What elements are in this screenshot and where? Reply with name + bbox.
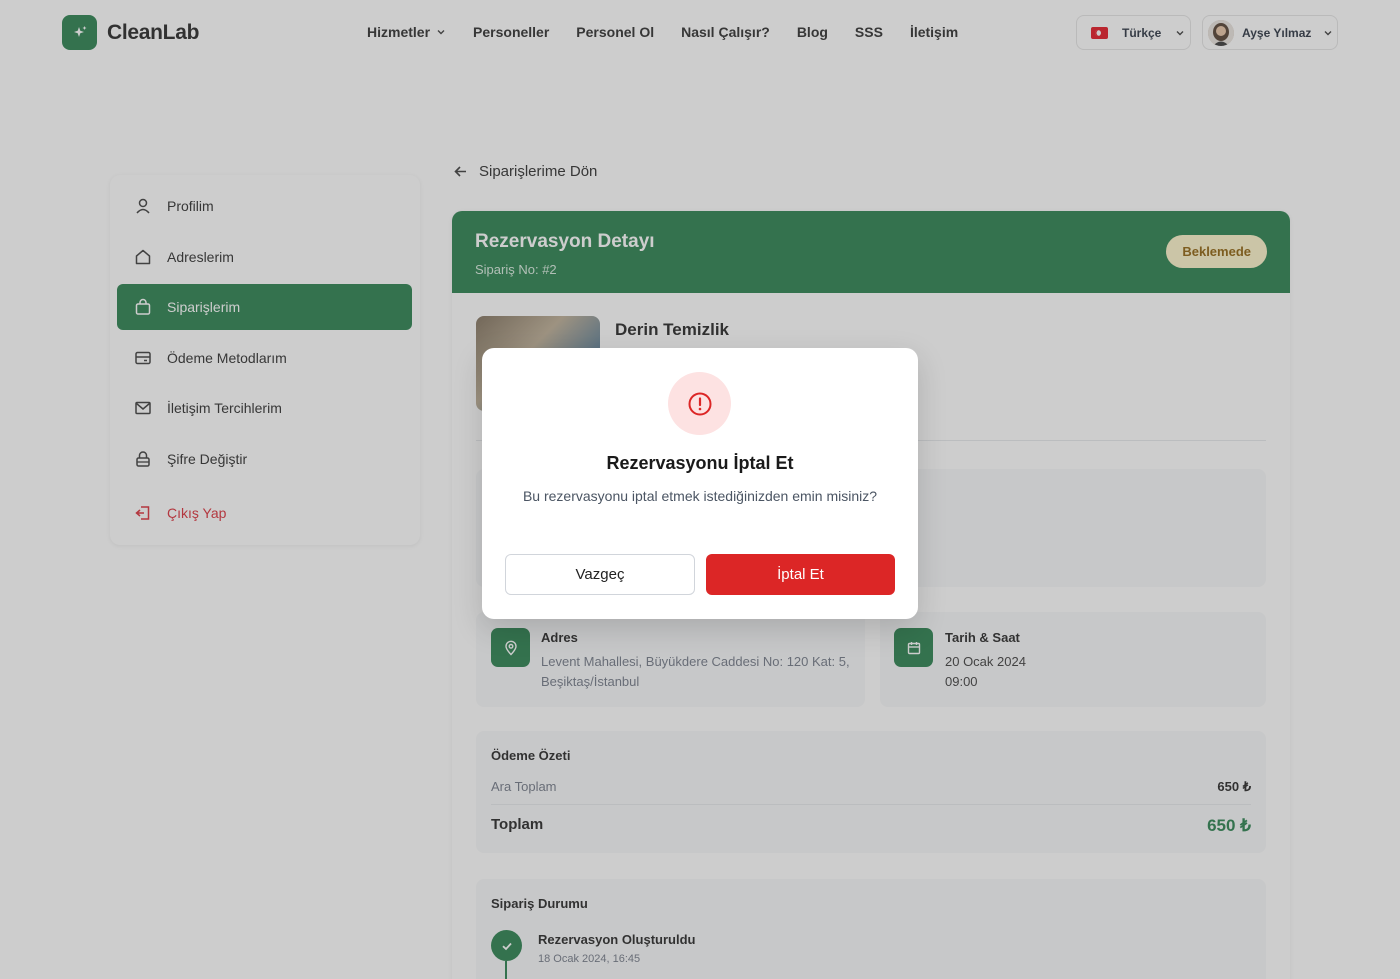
confirm-cancel-reservation-button[interactable]: İptal Et <box>706 554 895 595</box>
modal-title: Rezervasyonu İptal Et <box>606 453 794 473</box>
alert-circle-icon <box>668 372 731 435</box>
modal-message: Bu rezervasyonu iptal etmek istediğinizd… <box>522 488 878 504</box>
cancel-reservation-modal: Rezervasyonu İptal Et Bu rezervasyonu ip… <box>482 348 918 619</box>
cancel-button[interactable]: Vazgeç <box>505 554 695 595</box>
